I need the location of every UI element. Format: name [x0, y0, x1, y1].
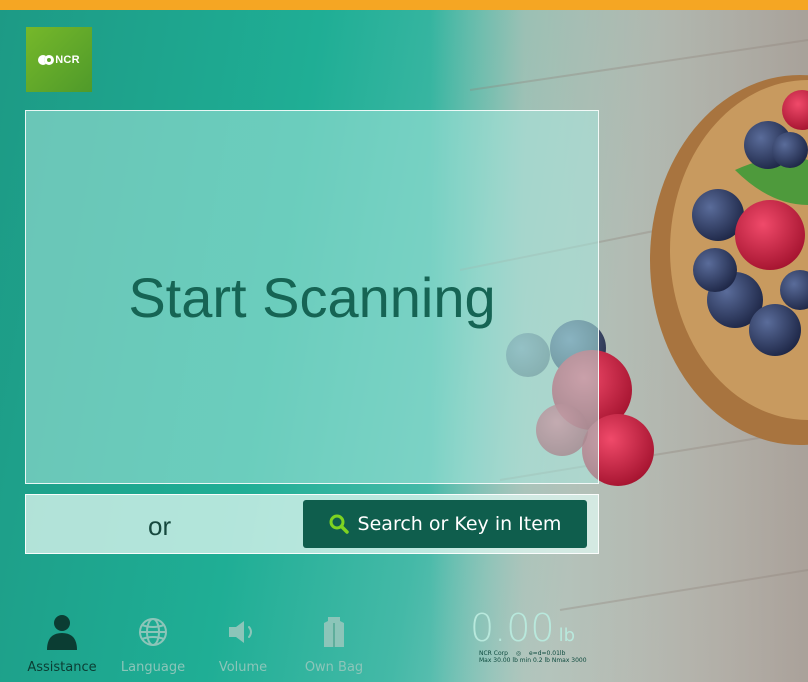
search-bar-container: or Search or Key in Item [25, 494, 599, 554]
eye-icon: ◎ [515, 650, 522, 657]
ncr-logo-mark [38, 54, 55, 65]
volume-label: Volume [218, 660, 268, 675]
globe-icon [139, 618, 167, 646]
scale-vendor: NCR Corp [479, 650, 508, 657]
start-scanning-panel[interactable]: Start Scanning [25, 110, 599, 484]
ncr-logo: NCR [26, 27, 92, 92]
weight-value: 0.00 [470, 606, 555, 650]
own-bag-label: Own Bag [304, 660, 364, 675]
speaker-icon [229, 621, 252, 643]
start-scanning-title: Start Scanning [128, 265, 496, 329]
ncr-logo-label: NCR [55, 53, 80, 66]
scale-info: NCR Corp ◎ e=d=0.01lb Max 30.00 lb min 0… [479, 650, 620, 664]
assistance-button[interactable]: Assistance [22, 612, 102, 675]
own-bag-button[interactable]: Own Bag [294, 612, 374, 675]
assistance-label: Assistance [27, 660, 97, 675]
bag-icon [324, 617, 344, 647]
person-icon [47, 615, 77, 650]
language-button[interactable]: Language [113, 612, 193, 675]
volume-button[interactable]: Volume [203, 612, 283, 675]
or-label: or [148, 511, 172, 541]
ncr-logo-text: NCR [38, 53, 80, 66]
language-label: Language [120, 660, 186, 675]
top-accent-bar [0, 0, 808, 10]
scale-division: e=d=0.01lb [528, 650, 566, 657]
scale-weight-display: 0.00 lb NCR Corp ◎ e=d=0.01lb Max 30.00 l… [470, 606, 620, 664]
weight-unit: lb [558, 625, 576, 646]
search-icon [329, 514, 349, 534]
search-or-key-in-item-button[interactable]: Search or Key in Item [303, 500, 587, 548]
scale-capacity: Max 30.00 lb min 0.2 lb Nmax 3000 [479, 657, 587, 664]
search-button-label: Search or Key in Item [357, 513, 562, 535]
